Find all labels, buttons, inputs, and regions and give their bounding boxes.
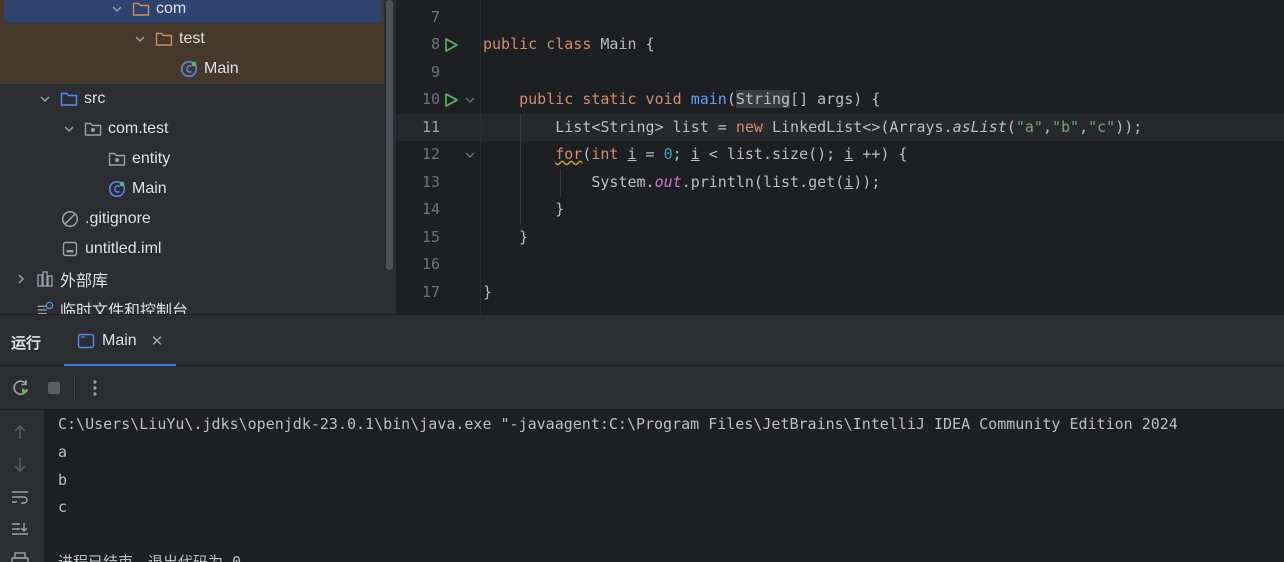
run-tool-window-title: 运行 bbox=[11, 335, 42, 352]
source-folder-icon bbox=[60, 90, 78, 108]
line-number-current: 11 bbox=[421, 118, 440, 136]
line-number: 8 bbox=[430, 35, 440, 53]
code-line-13: System.out.println(list.get(i)); bbox=[483, 173, 881, 191]
tree-item-label: test bbox=[179, 30, 205, 47]
tree-item-com-test[interactable]: com.test bbox=[0, 114, 384, 144]
console-side-toolbar bbox=[0, 410, 44, 562]
java-class-icon bbox=[180, 60, 198, 78]
tree-item-label: entity bbox=[132, 150, 171, 167]
folder-icon bbox=[155, 30, 173, 48]
tree-scrollbar-thumb[interactable] bbox=[386, 0, 393, 270]
print-icon[interactable] bbox=[10, 550, 30, 562]
console-line-exit: 进程已结束，退出代码为 0 bbox=[58, 553, 242, 562]
toolbar-divider bbox=[74, 376, 75, 400]
soft-wrap-icon[interactable] bbox=[10, 487, 30, 507]
tree-item-label: 临时文件和控制台 bbox=[60, 303, 189, 314]
code-line-8: public class Main { bbox=[483, 35, 655, 53]
console-line: b bbox=[58, 471, 68, 489]
fold-chevron-icon[interactable] bbox=[464, 94, 476, 106]
java-class-icon bbox=[108, 180, 126, 198]
chevron-down-icon[interactable] bbox=[110, 2, 124, 16]
library-icon bbox=[36, 270, 54, 288]
console-line: c bbox=[58, 498, 68, 516]
tree-item-test[interactable]: test bbox=[0, 24, 384, 54]
tree-item-src[interactable]: src bbox=[0, 84, 384, 114]
code-editor[interactable]: 7 8 9 10 11 12 13 14 15 16 17 public cla… bbox=[396, 0, 1284, 314]
rerun-icon[interactable] bbox=[10, 377, 32, 399]
line-number: 13 bbox=[421, 173, 440, 191]
run-main-button[interactable] bbox=[442, 91, 460, 109]
fold-chevron-icon[interactable] bbox=[464, 149, 476, 161]
chevron-down-icon[interactable] bbox=[62, 122, 76, 136]
tree-item-external-libraries[interactable]: 外部库 bbox=[0, 264, 384, 294]
tree-item-label: com.test bbox=[108, 120, 169, 137]
line-number: 15 bbox=[421, 228, 440, 246]
code-line-17: } bbox=[483, 283, 493, 301]
line-number: 17 bbox=[421, 283, 440, 301]
arrow-down-icon[interactable] bbox=[10, 455, 30, 475]
gutter-separator bbox=[480, 0, 481, 314]
tree-item-label: Main bbox=[204, 60, 239, 77]
tree-item-label: com bbox=[156, 0, 187, 17]
run-config-icon bbox=[77, 333, 95, 349]
tree-item-main-class-src[interactable]: Main bbox=[0, 174, 384, 204]
run-tab-label: Main bbox=[102, 332, 137, 349]
package-icon bbox=[84, 120, 102, 138]
tree-item-com[interactable]: com bbox=[4, 0, 381, 23]
package-icon bbox=[108, 150, 126, 168]
run-tab-main[interactable]: Main ✕ bbox=[64, 315, 176, 367]
tree-item-label: untitled.iml bbox=[85, 240, 162, 257]
tree-item-label: .gitignore bbox=[85, 210, 151, 227]
tree-item-label: Main bbox=[132, 180, 167, 197]
console-output[interactable]: C:\Users\LiuYu\.jdks\openjdk-23.0.1\bin\… bbox=[44, 410, 1284, 562]
code-line-12: for(int i = 0; i < list.size(); i ++) { bbox=[555, 145, 908, 163]
console-line: a bbox=[58, 443, 68, 461]
tree-item-gitignore[interactable]: .gitignore bbox=[0, 204, 384, 234]
line-number: 12 bbox=[421, 145, 440, 163]
run-tool-window-header: 运行 Main ✕ bbox=[0, 314, 1284, 367]
chevron-right-icon[interactable] bbox=[14, 272, 28, 286]
more-options-icon[interactable] bbox=[84, 377, 106, 399]
module-file-icon bbox=[61, 240, 79, 258]
tree-item-entity[interactable]: entity bbox=[0, 144, 384, 174]
arrow-up-icon[interactable] bbox=[10, 422, 30, 442]
scratches-icon bbox=[36, 300, 54, 314]
code-line-15: } bbox=[483, 228, 529, 246]
project-tree: com test Main src com.test entity Main .… bbox=[0, 0, 396, 314]
line-number: 9 bbox=[430, 63, 440, 81]
code-line-11: List<String> list = new LinkedList<>(Arr… bbox=[483, 118, 1143, 136]
scroll-to-end-icon[interactable] bbox=[10, 519, 30, 539]
tree-item-scratches[interactable]: 临时文件和控制台 bbox=[0, 294, 384, 314]
run-class-button[interactable] bbox=[442, 36, 460, 54]
close-icon[interactable]: ✕ bbox=[151, 332, 164, 350]
line-number: 10 bbox=[421, 90, 440, 108]
run-toolbar bbox=[0, 366, 1284, 410]
console-line-command: C:\Users\LiuYu\.jdks\openjdk-23.0.1\bin\… bbox=[58, 415, 1178, 433]
tree-item-untitled-iml[interactable]: untitled.iml bbox=[0, 234, 384, 264]
tree-item-label: 外部库 bbox=[60, 273, 109, 290]
line-number: 14 bbox=[421, 200, 440, 218]
line-number: 16 bbox=[421, 255, 440, 273]
chevron-down-icon[interactable] bbox=[133, 32, 147, 46]
line-number: 7 bbox=[430, 8, 440, 26]
stop-icon[interactable] bbox=[43, 377, 65, 399]
tree-item-label: src bbox=[84, 90, 106, 107]
code-line-10: public static void main(String[] args) { bbox=[519, 90, 881, 108]
code-line-14: } bbox=[483, 200, 565, 218]
ignore-file-icon bbox=[61, 210, 79, 228]
tree-item-main-class[interactable]: Main bbox=[0, 54, 384, 84]
folder-icon bbox=[132, 0, 150, 18]
chevron-down-icon[interactable] bbox=[38, 92, 52, 106]
